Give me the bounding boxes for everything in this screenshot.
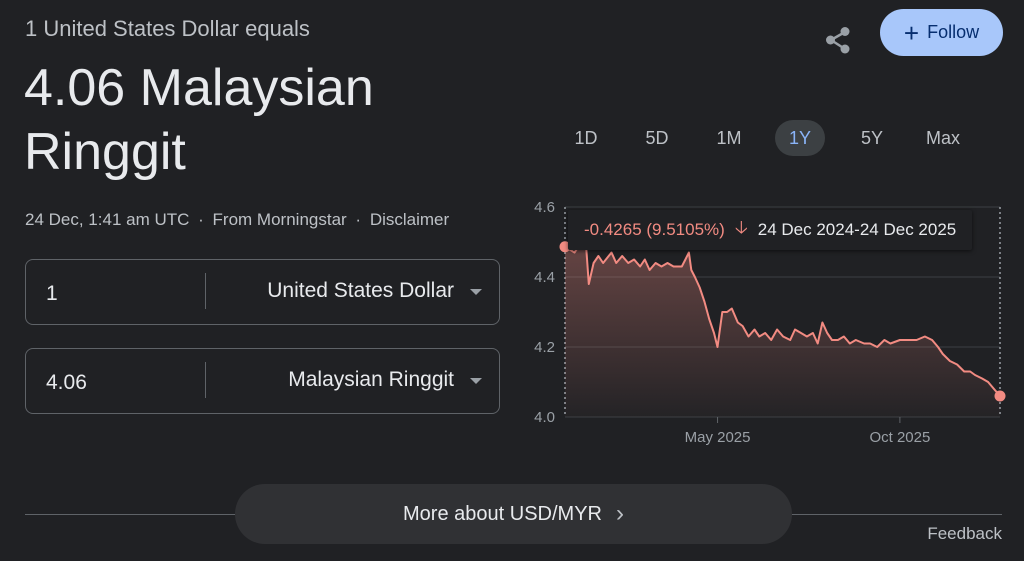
x-tick-label: May 2025 (685, 429, 751, 446)
tab-label: 1M (716, 127, 742, 148)
from-currency-select[interactable]: United States Dollar (267, 279, 454, 303)
feedback-link[interactable]: Feedback (927, 524, 1002, 544)
y-tick-label: 4.0 (534, 409, 555, 426)
source-link[interactable]: From Morningstar (213, 210, 347, 229)
tab-label: 5Y (860, 127, 884, 148)
follow-button[interactable]: + Follow (880, 9, 1003, 56)
tab-label: Max (925, 127, 960, 148)
y-tick-label: 4.2 (534, 339, 555, 356)
disclaimer-link[interactable]: Disclaimer (370, 210, 449, 229)
separator: · (355, 210, 362, 229)
plus-icon: + (903, 17, 920, 48)
arrow-down-icon: 🡣 (734, 217, 748, 237)
more-about-label: More about USD/MYR (403, 502, 602, 525)
tab-1m[interactable]: 1M (704, 120, 754, 156)
chevron-right-icon: › (615, 500, 624, 527)
from-amount-input[interactable]: 1 (46, 282, 58, 306)
tab-label: 1Y (788, 127, 812, 148)
end-point (994, 390, 1006, 402)
caret-down-icon[interactable] (470, 289, 482, 295)
tab-5y[interactable]: 5Y (847, 120, 897, 156)
to-amount-input[interactable]: 4.06 (46, 371, 87, 395)
to-currency-row: 4.06 Malaysian Ringgit (25, 348, 500, 414)
meta-line: 24 Dec, 1:41 am UTC · From Morningstar ·… (25, 210, 449, 230)
from-currency-row: 1 United States Dollar (25, 259, 500, 325)
x-tick-label: Oct 2025 (869, 429, 930, 446)
currency-card: 1 United States Dollar equals 4.06 Malay… (0, 0, 1024, 561)
timestamp: 24 Dec, 1:41 am UTC (25, 210, 190, 229)
to-currency-select[interactable]: Malaysian Ringgit (288, 368, 454, 392)
follow-label: Follow (927, 22, 980, 42)
tab-max[interactable]: Max (918, 120, 968, 156)
separator: · (198, 210, 204, 229)
tab-5d[interactable]: 5D (632, 120, 682, 156)
tab-1d[interactable]: 1D (561, 120, 611, 156)
tab-label: 5D (645, 127, 669, 148)
divider (205, 273, 206, 309)
converted-value: 4.06 Malaysian Ringgit (24, 59, 374, 181)
y-tick-label: 4.4 (534, 269, 555, 286)
tooltip-change: -0.4265 (9.5105%) (584, 220, 725, 239)
divider (205, 362, 206, 398)
chart-tooltip: -0.4265 (9.5105%) 🡣 24 Dec 2024-24 Dec 2… (568, 210, 973, 250)
tab-1y[interactable]: 1Y (775, 120, 825, 156)
tooltip-range: 24 Dec 2024-24 Dec 2025 (757, 220, 957, 239)
more-about-button[interactable]: More about USD/MYR › (235, 484, 792, 544)
y-tick-label: 4.6 (534, 199, 555, 216)
equals-label: 1 United States Dollar equals (25, 16, 310, 41)
share-glyph (826, 27, 850, 54)
caret-down-icon[interactable] (470, 378, 482, 384)
share-icon[interactable] (820, 22, 856, 58)
tab-label: 1D (574, 127, 598, 148)
